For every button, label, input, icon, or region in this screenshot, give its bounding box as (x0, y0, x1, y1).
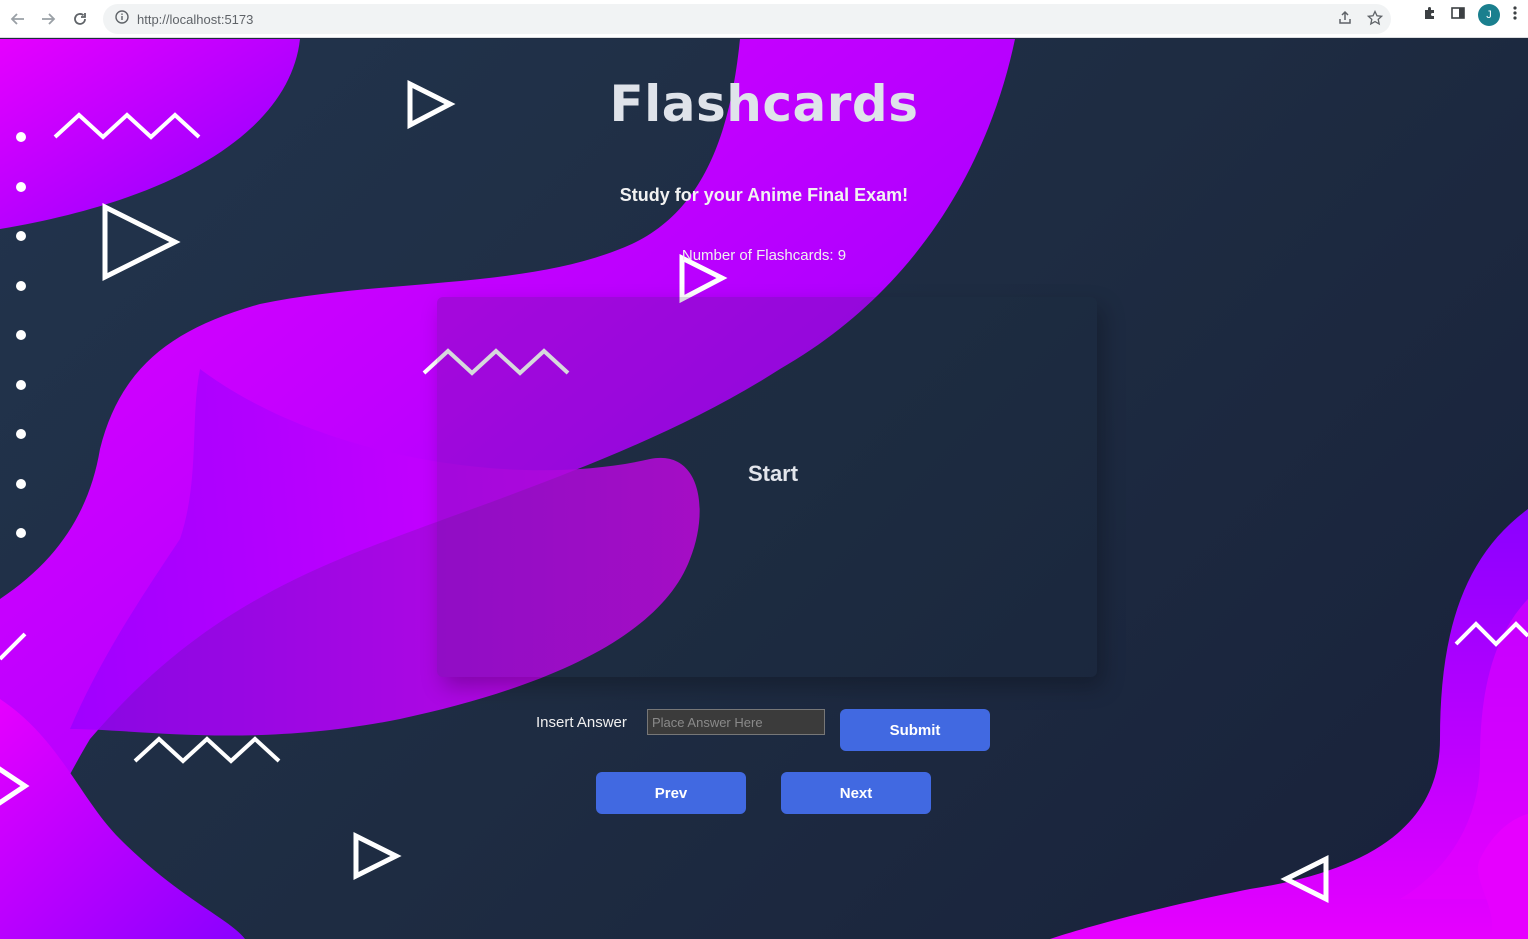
page-viewport: Flashcards Study for your Anime Final Ex… (0, 39, 1528, 939)
flashcard[interactable] (437, 297, 1097, 677)
star-icon[interactable] (1366, 9, 1384, 31)
flashcard-text[interactable]: Start (437, 461, 1109, 487)
submit-button[interactable]: Submit (840, 709, 990, 751)
extensions-icon[interactable] (1422, 5, 1438, 26)
next-button[interactable]: Next (781, 772, 931, 814)
page-title: Flashcards (609, 75, 919, 133)
avatar[interactable]: J (1478, 4, 1500, 26)
prev-button[interactable]: Prev (596, 772, 746, 814)
sidepanel-icon[interactable] (1450, 5, 1466, 26)
page-subtitle: Study for your Anime Final Exam! (619, 185, 909, 205)
flashcard-count: Number of Flashcards: 9 (681, 247, 847, 264)
answer-input[interactable] (647, 709, 825, 735)
share-icon[interactable] (1337, 10, 1353, 31)
answer-label: Insert Answer (536, 713, 627, 731)
back-icon[interactable] (2, 3, 34, 35)
browser-toolbar: http://localhost:5173 J (0, 0, 1528, 38)
reload-icon[interactable] (64, 3, 96, 35)
address-bar[interactable]: http://localhost:5173 (103, 4, 1391, 34)
forward-icon[interactable] (32, 3, 64, 35)
info-icon[interactable] (115, 9, 129, 29)
menu-icon[interactable] (1512, 5, 1518, 26)
url-text[interactable]: http://localhost:5173 (137, 12, 253, 27)
answer-form: Insert Answer (536, 709, 825, 735)
